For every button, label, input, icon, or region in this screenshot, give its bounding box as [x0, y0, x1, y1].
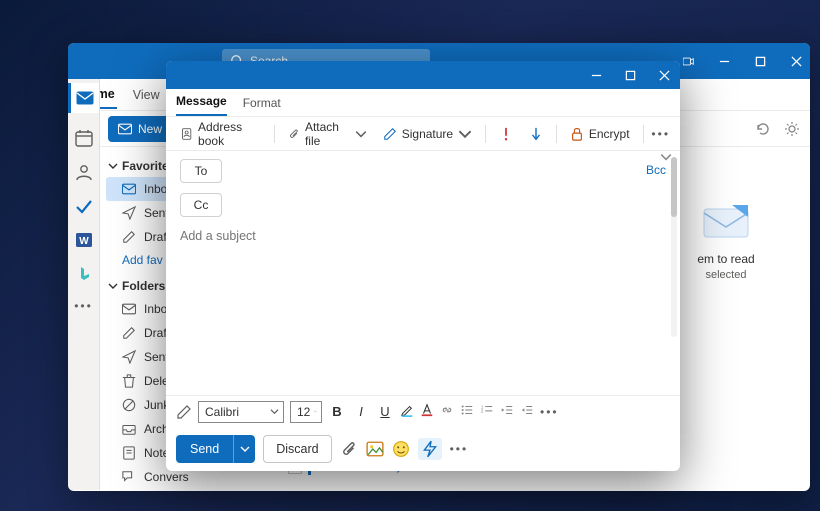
picture-icon[interactable] [366, 440, 384, 458]
tab-view[interactable]: View [131, 82, 162, 108]
bold-button[interactable]: B [328, 404, 346, 419]
people-icon[interactable] [75, 163, 93, 181]
chevron-down-icon [108, 161, 118, 171]
message-body[interactable] [180, 249, 676, 395]
cc-button[interactable]: Cc [180, 193, 222, 217]
bing-icon[interactable] [75, 265, 93, 283]
send-options-button[interactable] [233, 435, 255, 463]
main-window-controls [682, 55, 802, 67]
signature-icon [383, 127, 397, 141]
maximize-button[interactable] [624, 69, 636, 81]
calendar-icon[interactable] [75, 129, 93, 147]
close-button[interactable] [658, 69, 670, 81]
chevron-down-icon [108, 281, 118, 291]
tab-message[interactable]: Message [176, 94, 227, 116]
discard-button[interactable]: Discard [263, 435, 331, 463]
more-apps-icon[interactable]: ••• [74, 299, 93, 313]
new-mail-label: New [138, 122, 162, 136]
compose-title-bar [166, 61, 680, 89]
undo-icon[interactable] [754, 121, 770, 137]
minimize-button[interactable] [590, 69, 602, 81]
italic-button[interactable]: I [352, 404, 370, 419]
chevron-down-icon [458, 127, 472, 141]
close-button[interactable] [790, 55, 802, 67]
format-more-button[interactable]: ••• [540, 405, 559, 419]
chevron-down-icon [270, 407, 279, 416]
compose-toolbar: Address book Attach file Signature Encry… [166, 117, 680, 151]
encrypt-button[interactable]: Encrypt [565, 124, 635, 144]
svg-text:2: 2 [481, 409, 484, 414]
chevron-down-icon [314, 407, 317, 416]
scheduling-button[interactable] [418, 438, 442, 460]
tab-format[interactable]: Format [243, 96, 281, 116]
send-button[interactable]: Send [176, 435, 233, 463]
reading-line2: selected [666, 269, 786, 281]
maximize-button[interactable] [754, 55, 766, 67]
address-book-icon [181, 127, 193, 141]
arrow-down-icon [529, 127, 543, 141]
font-size-select[interactable]: 12 [290, 401, 322, 423]
bullets-button[interactable] [460, 403, 474, 420]
reading-line1: em to read [666, 252, 786, 266]
compose-window: Message Format Address book Attach file … [166, 61, 680, 471]
svg-text:W: W [79, 236, 89, 247]
importance-low-button[interactable] [524, 124, 548, 144]
to-input[interactable] [230, 159, 666, 183]
chevron-down-icon [240, 444, 250, 454]
toolbar-more-button[interactable]: ••• [651, 127, 670, 141]
pen-icon[interactable] [176, 404, 192, 420]
signature-button[interactable]: Signature [378, 124, 477, 144]
address-book-button[interactable]: Address book [176, 117, 266, 151]
paperclip-icon [288, 127, 300, 141]
cc-row: Cc [180, 193, 666, 217]
highlight-button[interactable] [400, 403, 414, 420]
bcc-link[interactable]: Bcc [646, 163, 666, 177]
to-button[interactable]: To [180, 159, 222, 183]
indent-button[interactable] [520, 403, 534, 420]
font-color-button[interactable] [420, 403, 434, 420]
lock-icon [570, 127, 584, 141]
importance-high-button[interactable] [494, 124, 518, 144]
meet-now-icon[interactable] [682, 55, 694, 67]
scrollbar[interactable] [671, 157, 677, 337]
subject-input[interactable] [180, 227, 666, 249]
link-button[interactable] [440, 403, 454, 420]
send-row: Send Discard ••• [166, 427, 680, 471]
attach-file-button[interactable]: Attach file [283, 117, 372, 151]
underline-button[interactable]: U [376, 404, 394, 419]
envelope-illustration [702, 203, 750, 239]
compose-fields: To Bcc Cc [166, 151, 680, 249]
send-more-button[interactable]: ••• [450, 442, 469, 456]
mail-icon [76, 91, 94, 105]
lightning-icon [421, 440, 439, 458]
chevron-down-icon [355, 127, 367, 141]
minimize-button[interactable] [718, 55, 730, 67]
word-icon[interactable]: W [75, 231, 93, 249]
to-row: To Bcc [180, 159, 666, 183]
send-button-group: Send [176, 435, 255, 463]
mail-icon [118, 123, 132, 135]
todo-icon[interactable] [75, 197, 93, 215]
outdent-button[interactable] [500, 403, 514, 420]
compose-tabs: Message Format [166, 89, 680, 117]
paperclip-icon[interactable] [340, 440, 358, 458]
rail-mail[interactable] [68, 83, 99, 113]
cc-input[interactable] [230, 193, 666, 217]
exclamation-icon [499, 127, 513, 141]
reading-pane-empty: em to read selected [666, 203, 786, 281]
font-family-select[interactable]: Calibri [198, 401, 284, 423]
light-icon[interactable] [784, 121, 800, 137]
app-rail: W ••• [68, 79, 100, 490]
new-mail-button[interactable]: New [108, 116, 172, 142]
format-bar: Calibri 12 B I U 12 ••• [166, 395, 680, 427]
numbering-button[interactable]: 12 [480, 403, 494, 420]
emoji-icon[interactable] [392, 440, 410, 458]
